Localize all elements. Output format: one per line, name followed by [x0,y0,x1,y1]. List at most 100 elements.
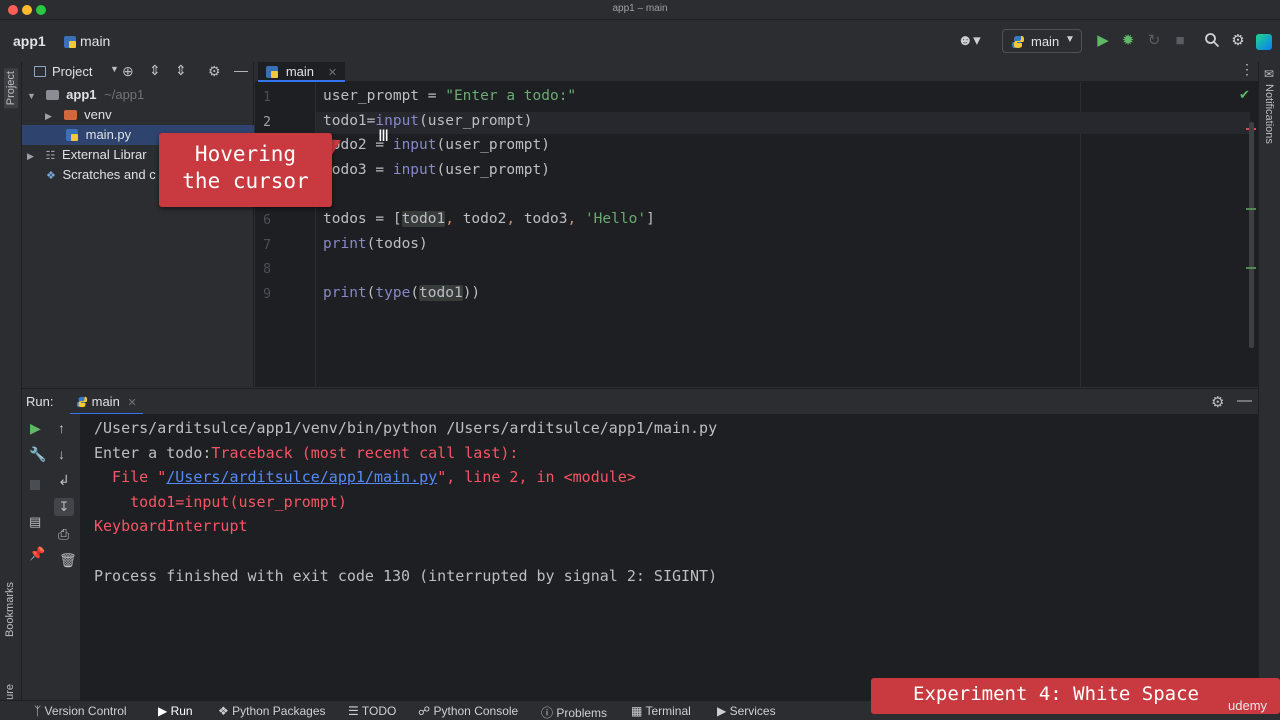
python-icon: ☍ [418,704,431,718]
experiment-label: Experiment 4: White Space [913,683,1199,705]
more-options-icon[interactable]: ⋮ [1240,62,1254,78]
code-token: todo1= [323,113,376,129]
run-icon[interactable]: ▶ [1094,32,1112,50]
wrench-icon[interactable]: 🔧 [29,446,46,463]
tree-item-venv[interactable]: ▶ venv [22,105,254,125]
code-line-1[interactable]: user_prompt = "Enter a todo:" [323,88,576,104]
code-line-2[interactable]: todo1=input(user_prompt) [323,113,533,129]
scratches-icon: ❖ [46,170,56,182]
tool-label: Services [729,704,776,718]
close-tab-icon[interactable]: ✕ [127,397,136,409]
line-number: 7 [263,238,271,253]
run-configuration-select[interactable]: main ▼ [1002,29,1082,53]
tool-label: Python Packages [232,704,326,718]
notifications-bell-icon[interactable]: ✉ [1264,67,1274,81]
arrow-up-icon[interactable]: ↑ [58,420,65,436]
code-line-3[interactable]: todo2 = input(user_prompt) [323,137,550,153]
code-line-9[interactable]: print(type(todo1)) [323,285,480,301]
panel-window-icon [34,66,46,77]
list-icon: ☰ [348,704,359,718]
title-bar: app1 – main [0,0,1280,20]
tree-item-root[interactable]: ▼ app1 ~/app1 [22,85,254,105]
callout-text: Hovering the cursor [159,141,332,195]
code-line-4[interactable]: todo3 = input(user_prompt) [323,162,550,178]
search-icon[interactable] [1203,32,1221,50]
breadcrumb-project[interactable]: app1 [13,33,46,49]
tree-item-label: External Librar [62,147,147,162]
user-account-icon[interactable]: ☻▾ [956,32,982,50]
tool-services[interactable]: ▶ Services [717,704,776,718]
code-line-7[interactable]: print(todos) [323,236,428,252]
main-toolbar: app1 main ☻▾ main ▼ ▶ ✹ ↻ ■ ⚙ [0,20,1280,62]
code-token: ] [646,211,655,227]
bookmarks-tool-tab[interactable]: Bookmarks [4,582,16,637]
library-icon: ☷ [45,150,56,162]
run-tab-main[interactable]: main ✕ [70,389,143,415]
settings-gear-icon[interactable]: ⚙ [1211,393,1224,411]
settings-gear-icon[interactable]: ⚙ [208,63,221,80]
trash-icon[interactable]: 🗑 [59,552,77,569]
expand-all-icon[interactable]: ⇕ [149,62,161,79]
code-token: user_prompt = [323,88,446,104]
chevron-down-icon: ▼ [1065,34,1075,45]
tool-python-packages[interactable]: ❖ Python Packages [218,704,326,718]
rerun-icon[interactable]: ▶ [30,420,41,437]
project-tool-tab[interactable]: Project [4,68,18,109]
chevron-right-icon: ▶ [45,111,52,121]
callout-line: Hovering [194,142,297,166]
line-number: 8 [263,262,271,277]
tool-run[interactable]: ▶ Run [158,704,193,718]
debug-icon[interactable]: ✹ [1119,32,1137,50]
breadcrumb-file[interactable]: main [80,33,110,49]
notifications-tool-tab[interactable]: Notifications [1263,84,1275,144]
folder-icon [45,90,59,100]
python-file-icon [64,36,76,48]
vertical-scrollbar[interactable] [1249,122,1254,348]
run-console-output[interactable]: /Users/arditsulce/app1/venv/bin/python /… [80,414,1258,700]
close-tab-icon[interactable]: ✕ [328,67,337,79]
line-number: 2 [263,115,271,130]
console-line: File "/Users/arditsulce/app1/main.py", l… [94,468,636,486]
code-line-6[interactable]: todos = [todo1, todo2, todo3, 'Hello'] [323,211,655,227]
editor-tab-bar: main ✕ ⋮ [255,62,1258,82]
stop-icon[interactable]: ■ [1171,32,1189,50]
arrow-down-icon[interactable]: ↓ [58,446,65,462]
tool-terminal[interactable]: ▦ Terminal [631,704,691,718]
chevron-right-icon: ▶ [27,151,34,161]
scroll-to-end-icon[interactable]: ↧ [54,498,74,516]
project-panel-title[interactable]: Project [52,64,92,79]
console-prompt-text: Enter a todo: [94,444,212,462]
tool-python-console[interactable]: ☍ Python Console [418,704,518,718]
code-token: (todos) [366,236,428,252]
hide-panel-icon[interactable]: — [234,62,248,78]
hide-panel-icon[interactable]: — [1237,392,1252,409]
line-number: 6 [263,213,271,228]
tab-label: main [285,64,315,79]
chevron-down-icon[interactable]: ▼ [110,64,119,74]
soft-wrap-icon[interactable]: ↲ [58,472,70,489]
change-marker [1246,208,1256,210]
tool-problems[interactable]: ⓘ Problems [541,704,607,720]
python-icon [1011,35,1025,52]
attach-debugger-icon[interactable]: ↻ [1145,32,1163,50]
services-icon: ▶ [717,704,727,718]
pin-icon[interactable]: 📌 [29,546,45,562]
inspection-ok-icon[interactable]: ✔ [1239,88,1250,103]
file-link[interactable]: /Users/arditsulce/app1/main.py [166,468,437,486]
collapse-all-icon[interactable]: ⇕ [175,62,187,79]
code-editor[interactable]: main ✕ ⋮ 1 2 6 7 8 9 user_prompt = "Ente… [255,62,1258,387]
tool-label: Version Control [44,704,127,718]
console-line: Process finished with exit code 130 (int… [94,567,718,585]
stop-icon[interactable] [30,480,40,490]
toolbox-app-icon[interactable] [1256,34,1272,50]
run-panel-label: Run: [26,394,54,409]
print-icon[interactable]: ⎙ [58,526,69,543]
console-line: KeyboardInterrupt [94,517,248,535]
tool-todo[interactable]: ☰ TODO [348,704,396,718]
layout-icon[interactable]: ▤ [29,514,41,530]
settings-gear-icon[interactable]: ⚙ [1229,32,1247,50]
tab-main[interactable]: main ✕ [258,62,346,82]
tool-version-control[interactable]: ᛉ Version Control [34,704,127,718]
locate-file-icon[interactable]: ⊕ [122,63,134,80]
console-error-text: ", line 2, in <module> [437,468,636,486]
